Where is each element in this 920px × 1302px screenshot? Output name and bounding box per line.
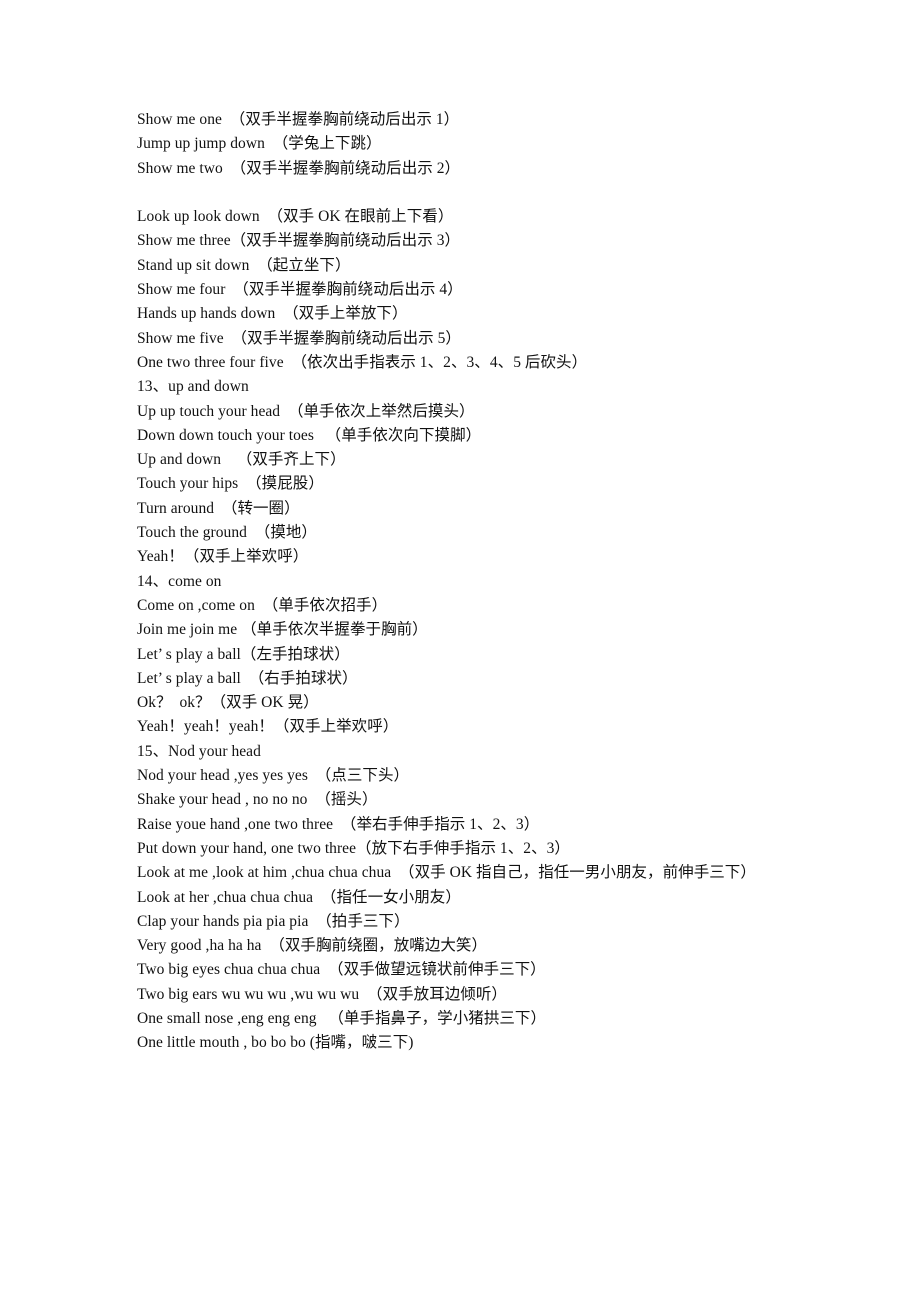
line-show-me-two: Show me two （双手半握拳胸前绕动后出示 2） <box>137 159 461 177</box>
line-two-big-ears: Two big ears wu wu wu ,wu wu wu （双手放耳边倾听… <box>137 985 507 1003</box>
line-heading-14: 14、come on <box>137 572 222 590</box>
line-up-and-down: Up and down （双手齐上下） <box>137 451 346 469</box>
document-page: Show me one （双手半握拳胸前绕动后出示 1） Jump up jump… <box>0 0 920 1302</box>
line-down-down-touch-your-toes: Down down touch your toes （单手依次向下摸脚） <box>137 426 482 444</box>
line-touch-your-hips: Touch your hips （摸屁股） <box>137 475 324 493</box>
line-one-little-mouth: One little mouth , bo bo bo (指嘴，啵三下) <box>137 1034 414 1052</box>
line-one-small-nose: One small nose ,eng eng eng （单手指鼻子，学小猪拱三… <box>137 1009 547 1027</box>
line-nod-your-head: Nod your head ,yes yes yes （点三下头） <box>137 767 410 785</box>
line-show-me-five: Show me five （双手半握拳胸前绕动后出示 5） <box>137 329 461 347</box>
line-join-me-join-me: Join me join me （单手依次半握拳于胸前） <box>137 621 428 639</box>
line-look-at-me-look-at-him: Look at me ,look at him ,chua chua chua … <box>137 864 756 882</box>
line-ok-ok: Ok？ ok？（双手 OK 晃） <box>137 694 319 712</box>
line-show-me-four: Show me four （双手半握拳胸前绕动后出示 4） <box>137 281 463 299</box>
line-blank-1 <box>137 181 897 205</box>
line-touch-the-ground: Touch the ground （摸地） <box>137 524 317 542</box>
line-come-on-come-on: Come on ,come on （单手依次招手） <box>137 596 388 614</box>
line-two-big-eyes: Two big eyes chua chua chua （双手做望远镜状前伸手三… <box>137 961 546 979</box>
line-heading-15: 15、Nod your head <box>137 742 261 760</box>
line-one-two-three-four-five: One two three four five （依次出手指表示 1、2、3、4… <box>137 353 588 371</box>
line-shake-your-head: Shake your head , no no no （摇头） <box>137 791 378 809</box>
line-turn-around: Turn around （转一圈） <box>137 499 300 517</box>
line-show-me-one: Show me one （双手半握拳胸前绕动后出示 1） <box>137 111 460 128</box>
line-stand-up-sit-down: Stand up sit down （起立坐下） <box>137 256 351 274</box>
line-lets-play-a-ball-left: Let’ s play a ball（左手拍球状） <box>137 645 350 663</box>
line-show-me-three: Show me three（双手半握拳胸前绕动后出示 3） <box>137 232 461 250</box>
line-clap-your-hands: Clap your hands pia pia pia （拍手三下） <box>137 912 410 930</box>
line-look-at-her: Look at her ,chua chua chua （指任一女小朋友） <box>137 888 461 906</box>
line-hands-up-hands-down: Hands up hands down （双手上举放下） <box>137 305 408 323</box>
line-very-good: Very good ,ha ha ha （双手胸前绕圈，放嘴边大笑） <box>137 937 488 955</box>
line-raise-youe-hand: Raise youe hand ,one two three （举右手伸手指示 … <box>137 815 540 833</box>
line-yeah-yeah-yeah: Yeah！yeah！yeah！（双手上举欢呼） <box>137 718 399 736</box>
line-look-up-look-down: Look up look down （双手 OK 在眼前上下看） <box>137 208 454 226</box>
line-lets-play-a-ball-right: Let’ s play a ball （右手拍球状） <box>137 669 358 687</box>
line-up-up-touch-your-head: Up up touch your head （单手依次上举然后摸头） <box>137 402 475 420</box>
line-jump-up-jump-down: Jump up jump down （学兔上下跳） <box>137 135 382 153</box>
document-text-body: Show me one （双手半握拳胸前绕动后出示 1） Jump up jump… <box>137 108 897 1056</box>
line-put-down-your-hand: Put down your hand, one two three（放下右手伸手… <box>137 839 570 857</box>
line-heading-13: 13、up and down <box>137 378 249 396</box>
line-yeah: Yeah！（双手上举欢呼） <box>137 548 309 566</box>
